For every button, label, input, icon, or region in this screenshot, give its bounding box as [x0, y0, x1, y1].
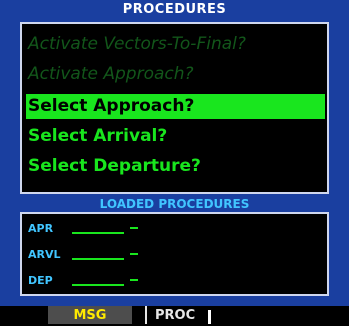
- loaded-row-label: ARVL: [28, 247, 61, 261]
- procedures-menu: Activate Vectors-To-Final? Activate Appr…: [20, 22, 329, 194]
- empty-value-line: [72, 231, 124, 234]
- cursor-block: [208, 310, 211, 324]
- menu-item-activate-approach[interactable]: Activate Approach?: [28, 62, 194, 87]
- menu-item-select-arrival[interactable]: Select Arrival?: [28, 124, 167, 149]
- menu-item-select-approach[interactable]: Select Approach?: [26, 94, 325, 119]
- loaded-row-label: APR: [28, 221, 54, 235]
- empty-value-dash: [130, 278, 138, 281]
- msg-softkey[interactable]: MSG: [48, 306, 132, 324]
- loaded-procedures-box: APR ARVL DEP: [20, 212, 329, 296]
- loaded-procedures-title: LOADED PROCEDURES: [99, 197, 250, 211]
- loaded-row-apr: APR: [28, 218, 138, 238]
- menu-item-select-departure[interactable]: Select Departure?: [28, 154, 201, 179]
- loaded-row-label: DEP: [28, 273, 53, 287]
- empty-value-dash: [130, 252, 138, 255]
- loaded-row-arvl: ARVL: [28, 244, 138, 264]
- empty-value-dash: [130, 226, 138, 229]
- empty-value-line: [72, 283, 124, 286]
- proc-softkey[interactable]: PROC: [145, 306, 207, 324]
- page-title: PROCEDURES: [0, 0, 349, 20]
- loaded-row-dep: DEP: [28, 270, 138, 290]
- empty-value-line: [72, 257, 124, 260]
- procedures-screen: PROCEDURES Activate Vectors-To-Final? Ac…: [0, 0, 349, 324]
- menu-item-activate-vectors-to-final[interactable]: Activate Vectors-To-Final?: [28, 32, 246, 57]
